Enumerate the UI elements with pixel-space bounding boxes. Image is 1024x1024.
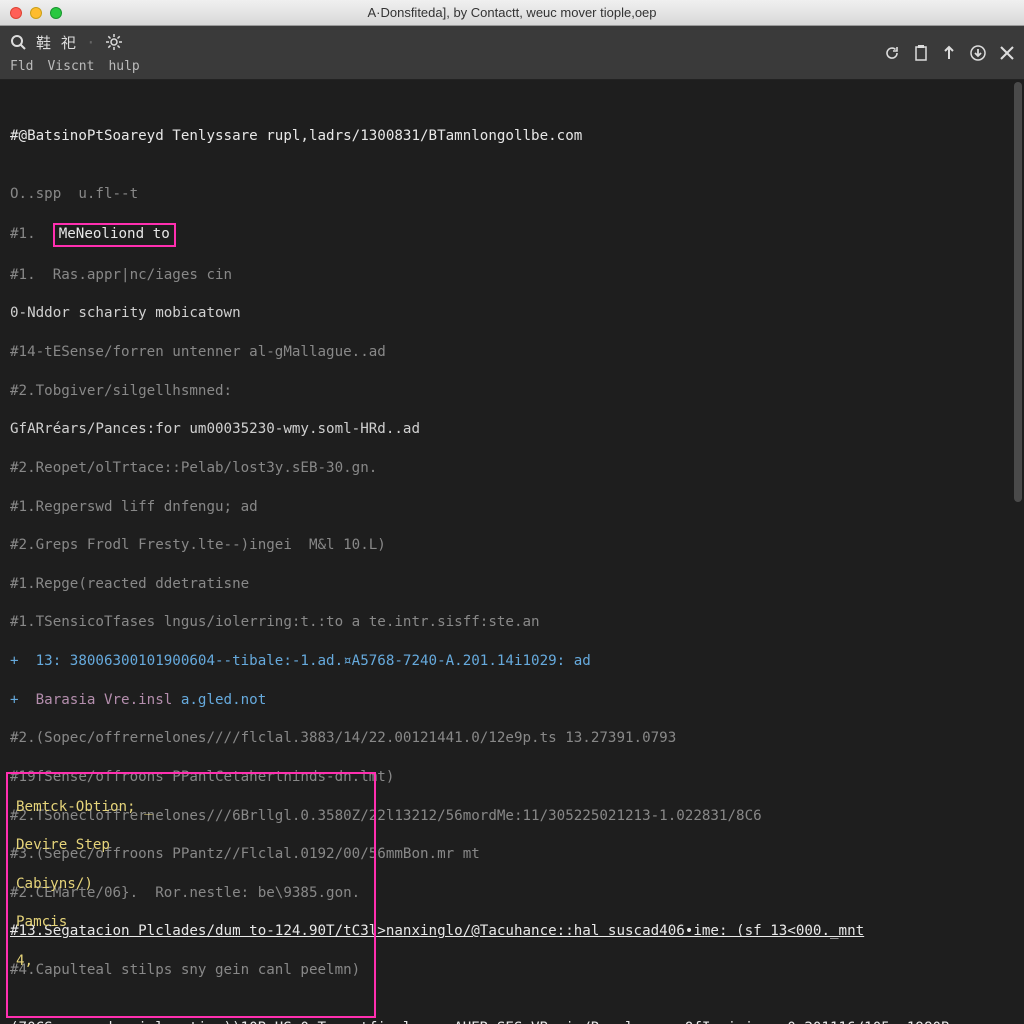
menu-file[interactable]: Fld (10, 59, 33, 74)
term-line: O..spp u.fl--t (10, 185, 1014, 204)
box-line: Bemtck-Obtion; _ (16, 798, 366, 817)
menu-bar: Fld Viscnt hulp (10, 59, 140, 74)
refresh-icon[interactable] (884, 45, 900, 61)
term-line: #2.Tobgiver/silgellhsmned: (10, 382, 1014, 401)
toolbar: 鞋 祀 · Fld Viscnt hulp (0, 26, 1024, 80)
download-icon[interactable] (970, 45, 986, 61)
term-line-prefix: #1. (10, 226, 53, 242)
search-icon[interactable] (10, 34, 26, 50)
scrollbar[interactable] (1014, 82, 1022, 502)
term-line: #14-tESense/forren untenner al-gMallague… (10, 343, 1014, 362)
term-line: + 13: 38006300101900604--tibale:-1.ad.¤A… (10, 652, 1014, 671)
highlight-box: MeNeoliond to (53, 223, 176, 246)
gear-icon[interactable] (106, 34, 122, 50)
term-line: #1. Ras.appr|nc/iages cin (10, 266, 1014, 285)
menu-viscnt[interactable]: Viscnt (47, 59, 94, 74)
glyph-icon-1[interactable]: 鞋 (36, 32, 51, 53)
term-line: 0-Nddor scharity mobicatown (10, 304, 1014, 323)
term-line: #2.Reopet/olTrtace::Pelab/lost3y.sEB-30.… (10, 459, 1014, 478)
terminal-pane[interactable]: #@BatsinoPtSoareyd Tenlyssare rupl,ladrs… (0, 80, 1024, 1024)
box-line: 4, (16, 952, 366, 971)
term-line: (70CSess redunsiel rutior))10B-US 0 Temp… (10, 1019, 1014, 1024)
box-line: Cabiyns/) (16, 875, 366, 894)
term-line: #2.Greps Frodl Fresty.lte--)ingei M&l 10… (10, 536, 1014, 555)
bottom-highlight-box: Bemtck-Obtion; _ Devire Step Cabiyns/) P… (6, 772, 376, 1018)
term-fragment: a.gled.not (172, 692, 266, 708)
term-line: #@BatsinoPtSoareyd Tenlyssare rupl,ladrs… (10, 127, 1014, 146)
box-line: Pamcis (16, 913, 366, 932)
close-icon[interactable] (1000, 46, 1014, 60)
divider-icon: · (86, 33, 96, 52)
term-line: #1.Regperswd liff dnfengu; ad (10, 498, 1014, 517)
window-title: A·Donsfiteda], by Contactt, weuc mover t… (0, 5, 1024, 20)
glyph-icon-2[interactable]: 祀 (61, 32, 76, 53)
term-line: #1.Repge(reacted ddetratisne (10, 575, 1014, 594)
term-line: #2.(Sopec/offrernelones////flclal.3883/1… (10, 729, 1014, 748)
term-fragment: Barasia Vre.insl (36, 692, 173, 708)
titlebar: A·Donsfiteda], by Contactt, weuc mover t… (0, 0, 1024, 26)
menu-hulp[interactable]: hulp (108, 59, 139, 74)
term-fragment: + (10, 692, 36, 708)
clipboard-icon[interactable] (914, 45, 928, 61)
box-line: Devire Step (16, 836, 366, 855)
upload-icon[interactable] (942, 45, 956, 61)
term-line: #1.TSensicoTfases lngus/iolerring:t.:to … (10, 613, 1014, 632)
term-line: GfARréars/Pances:for um00035230-wmy.soml… (10, 420, 1014, 439)
